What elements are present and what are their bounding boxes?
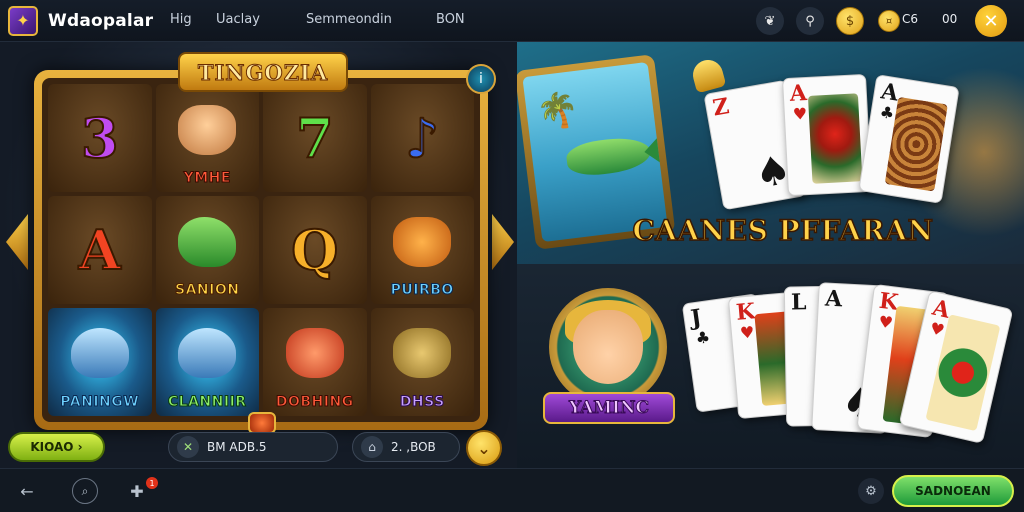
slot-cell: SANION bbox=[155, 196, 259, 304]
notification-badge: 1 bbox=[146, 477, 158, 489]
app-logo-icon[interactable]: ✦ bbox=[8, 5, 38, 36]
bet-button[interactable]: KIOAO › bbox=[8, 432, 105, 462]
bet-icon: ⌂ bbox=[361, 436, 383, 458]
next-arrow-icon[interactable] bbox=[492, 214, 514, 270]
slot-cell: 7 bbox=[263, 84, 367, 192]
back-arrow-icon[interactable]: ← bbox=[14, 478, 40, 504]
previous-arrow-icon[interactable] bbox=[6, 214, 28, 270]
slot-machine-panel: 3 YMHE 7 ♪ A SANION Q PUIRBO PANINGW CLA… bbox=[0, 42, 517, 468]
medal-face-icon bbox=[573, 310, 643, 384]
slot-reels[interactable]: 3 YMHE 7 ♪ A SANION Q PUIRBO PANINGW CLA… bbox=[42, 78, 480, 422]
balance-display: ✕ BM ADB.5 bbox=[168, 432, 338, 462]
bet-value: 2. ,BOB bbox=[391, 440, 436, 454]
symbol-seven: 7 bbox=[295, 106, 335, 170]
slot-cell: DOBHING bbox=[263, 308, 367, 416]
card-suit: ♥ bbox=[877, 311, 895, 333]
blue-fish-icon bbox=[70, 328, 129, 378]
character-icon bbox=[178, 105, 237, 155]
slot-cell: ♪ bbox=[370, 84, 474, 192]
card-suit: ♥ bbox=[792, 104, 808, 124]
promo-title: CAANES PFFARAN bbox=[632, 213, 934, 248]
primary-action-button[interactable]: SADNOEAN bbox=[892, 475, 1014, 507]
card-rank: L bbox=[790, 289, 807, 316]
slot-cell: 3 bbox=[48, 84, 152, 192]
slot-cell: PANINGW bbox=[48, 308, 152, 416]
palm-tree-icon: 🌴 bbox=[534, 88, 582, 134]
symbol-three: 3 bbox=[80, 106, 120, 170]
slot-cell: A bbox=[48, 196, 152, 304]
coins-value: C6 bbox=[902, 12, 919, 26]
counter-value: 00 bbox=[942, 12, 958, 26]
slot-cell: Q bbox=[263, 196, 367, 304]
bottom-bar: ← ⌕ ✚ 1 ⚙ SADNOEAN bbox=[0, 468, 1024, 512]
card-suit: ♣ bbox=[694, 327, 712, 349]
slot-cell: CLANNIIR bbox=[155, 308, 259, 416]
slot-cell: YMHE bbox=[155, 84, 259, 192]
slot-cell: PUIRBO bbox=[370, 196, 474, 304]
promo-card-top[interactable]: 🌴 Z ♠ A ♥ A ♣ CAANES PFFARAN bbox=[517, 42, 1024, 264]
symbol-q: Q bbox=[290, 218, 339, 282]
location-pin-icon[interactable]: ⚲ bbox=[796, 7, 824, 35]
app-title: Wdaopalar bbox=[48, 10, 154, 31]
card-suit: ♥ bbox=[928, 318, 947, 341]
card-suit: ♣ bbox=[878, 102, 896, 124]
nav-item-uaclay[interactable]: Uaclay bbox=[216, 12, 260, 27]
slot-cell-label: YMHE bbox=[183, 170, 231, 187]
coin-icon[interactable]: $ bbox=[836, 7, 864, 35]
slot-frame: 3 YMHE 7 ♪ A SANION Q PUIRBO PANINGW CLA… bbox=[34, 70, 488, 430]
bet-value-display: ⌂ 2. ,BOB bbox=[352, 432, 460, 462]
slot-cell: DHSS bbox=[370, 308, 474, 416]
card-rank: Z bbox=[710, 93, 732, 122]
slot-cell-label: PANINGW bbox=[60, 394, 140, 411]
nav-item-bon[interactable]: BON bbox=[436, 12, 465, 27]
red-fish-icon bbox=[285, 328, 344, 378]
nav-item-semmeondin[interactable]: Semmeondin bbox=[306, 12, 392, 27]
balance-icon: ✕ bbox=[177, 436, 199, 458]
slot-cell-label: CLANNIIR bbox=[167, 394, 247, 411]
coin-stack-icon: ¤ bbox=[878, 10, 900, 32]
slot-cell-label: PUIRBO bbox=[390, 282, 454, 299]
slot-cell-label: SANION bbox=[175, 282, 240, 299]
top-bar: ✦ Wdaopalar Hig Uaclay Semmeondin BON ❦ … bbox=[0, 0, 1024, 42]
bell-icon bbox=[689, 56, 727, 94]
blue-fish-icon bbox=[178, 328, 237, 378]
symbol-a: A bbox=[78, 218, 122, 282]
playing-card: A ♥ bbox=[781, 73, 873, 197]
card-suit: ♥ bbox=[739, 322, 756, 343]
fish-tail bbox=[642, 130, 668, 170]
settings-icon[interactable]: ⚙ bbox=[858, 478, 884, 504]
chat-icon[interactable]: ⌕ bbox=[72, 478, 98, 504]
orange-fish-icon bbox=[393, 217, 452, 267]
character-icon bbox=[393, 328, 452, 378]
app-root: ✦ Wdaopalar Hig Uaclay Semmeondin BON ❦ … bbox=[0, 0, 1024, 512]
promo-card-bottom[interactable]: YAMINC J ♣ K ♥ L ♣ A ♠ K ♥ A ♥ bbox=[517, 264, 1024, 468]
slot-title: TINGOZIA bbox=[178, 52, 348, 92]
card-art bbox=[807, 93, 863, 184]
close-button[interactable]: ✕ bbox=[975, 5, 1007, 37]
balance-value: BM ADB.5 bbox=[207, 440, 267, 454]
green-fish-icon bbox=[178, 217, 237, 267]
nav-item-hig[interactable]: Hig bbox=[170, 12, 192, 27]
symbol-note: ♪ bbox=[404, 106, 440, 170]
card-rank: A bbox=[789, 80, 808, 107]
gift-icon[interactable]: ❦ bbox=[756, 7, 784, 35]
slot-cell-label: DOBHING bbox=[275, 394, 354, 411]
slot-cell-label: DHSS bbox=[399, 394, 445, 411]
card-rank: A bbox=[824, 285, 843, 313]
info-icon[interactable]: i bbox=[466, 64, 496, 94]
card-rank: J bbox=[689, 304, 704, 332]
card-rank: K bbox=[735, 298, 757, 326]
medal-label: YAMINC bbox=[543, 392, 675, 424]
fish-icon bbox=[564, 134, 653, 179]
bet-strip: KIOAO › ✕ BM ADB.5 ⌂ 2. ,BOB ⌄ bbox=[0, 426, 517, 468]
character-medal: YAMINC bbox=[543, 288, 675, 436]
spin-down-button[interactable]: ⌄ bbox=[466, 430, 502, 466]
